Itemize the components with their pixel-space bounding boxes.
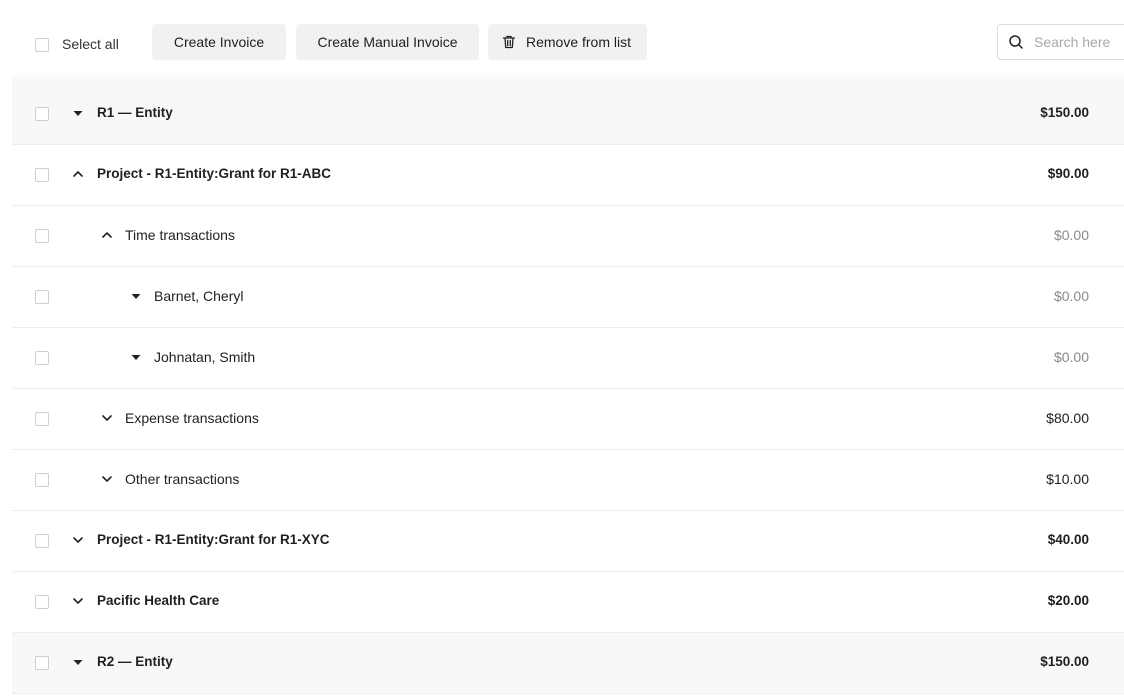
chevron-down-icon[interactable] (71, 594, 85, 608)
create-manual-invoice-button[interactable]: Create Manual Invoice (296, 24, 479, 60)
trash-icon (502, 35, 516, 49)
row-checkbox[interactable] (35, 351, 49, 365)
chevron-down-icon[interactable] (100, 411, 114, 425)
row-label: R1 — Entity (97, 105, 173, 120)
tree-row-expense-transactions[interactable]: Expense transactions $80.00 (12, 389, 1124, 450)
caret-down-icon[interactable] (129, 350, 143, 364)
search-input[interactable] (1034, 31, 1124, 53)
select-all-label[interactable]: Select all (62, 36, 119, 52)
row-label: Time transactions (125, 227, 235, 243)
chevron-up-icon[interactable] (71, 167, 85, 181)
row-checkbox[interactable] (35, 412, 49, 426)
tree-row-time-transactions[interactable]: Time transactions $0.00 (12, 206, 1124, 267)
tree-row-pacific-health-care[interactable]: Pacific Health Care $20.00 (12, 572, 1124, 633)
remove-from-list-label: Remove from list (525, 34, 632, 50)
tree-row-other-transactions[interactable]: Other transactions $10.00 (12, 450, 1124, 511)
row-amount: $10.00 (1046, 471, 1089, 487)
row-checkbox[interactable] (35, 534, 49, 548)
row-label: R2 — Entity (97, 654, 173, 669)
row-checkbox[interactable] (35, 290, 49, 304)
row-label: Barnet, Cheryl (154, 288, 244, 304)
caret-down-icon[interactable] (129, 289, 143, 303)
row-amount: $0.00 (1053, 349, 1089, 365)
row-label: Project - R1-Entity:Grant for R1-XYC (97, 532, 330, 547)
chevron-down-icon[interactable] (71, 533, 85, 547)
row-label: Other transactions (125, 471, 240, 487)
row-amount: $80.00 (1046, 410, 1089, 426)
row-label: Project - R1-Entity:Grant for R1-ABC (97, 166, 332, 181)
row-checkbox[interactable] (35, 473, 49, 487)
caret-down-icon[interactable] (71, 655, 85, 669)
row-amount: $150.00 (1040, 105, 1089, 120)
row-amount: $150.00 (1040, 654, 1089, 669)
remove-from-list-button[interactable]: Remove from list (488, 24, 647, 60)
row-checkbox[interactable] (35, 656, 49, 670)
toolbar-divider (12, 72, 1124, 84)
select-all-checkbox[interactable] (35, 38, 49, 52)
chevron-up-icon[interactable] (100, 228, 114, 242)
row-checkbox[interactable] (35, 595, 49, 609)
tree-row-project-r1-abc[interactable]: Project - R1-Entity:Grant for R1-ABC $90… (12, 145, 1124, 206)
tree-row-r1-entity[interactable]: R1 — Entity $150.00 T (12, 84, 1124, 145)
create-invoice-button[interactable]: Create Invoice (152, 24, 286, 60)
row-amount: $90.00 (1047, 166, 1089, 181)
row-label: Pacific Health Care (97, 593, 220, 608)
row-label: Johnatan, Smith (154, 349, 256, 365)
search-icon (1009, 35, 1023, 49)
row-amount: $0.00 (1053, 288, 1089, 304)
chevron-down-icon[interactable] (100, 472, 114, 486)
row-label: Expense transactions (125, 410, 259, 426)
caret-down-icon[interactable] (71, 106, 85, 120)
tree-row-barnet-cheryl[interactable]: Barnet, Cheryl $0.00 (12, 267, 1124, 328)
tree-row-johnatan-smith[interactable]: Johnatan, Smith $0.00 (12, 328, 1124, 389)
tree-row-project-r1-xyc[interactable]: Project - R1-Entity:Grant for R1-XYC $40… (12, 511, 1124, 572)
row-amount: $0.00 (1053, 227, 1089, 243)
tree-row-r2-entity[interactable]: R2 — Entity $150.00 T (12, 633, 1124, 694)
row-checkbox[interactable] (35, 107, 49, 121)
invoice-transactions-page: Select all Create Invoice Create Manual … (0, 0, 1124, 696)
search-box[interactable] (997, 24, 1124, 60)
row-checkbox[interactable] (35, 229, 49, 243)
row-checkbox[interactable] (35, 168, 49, 182)
row-amount: $40.00 (1047, 532, 1089, 547)
row-amount: $20.00 (1047, 593, 1089, 608)
